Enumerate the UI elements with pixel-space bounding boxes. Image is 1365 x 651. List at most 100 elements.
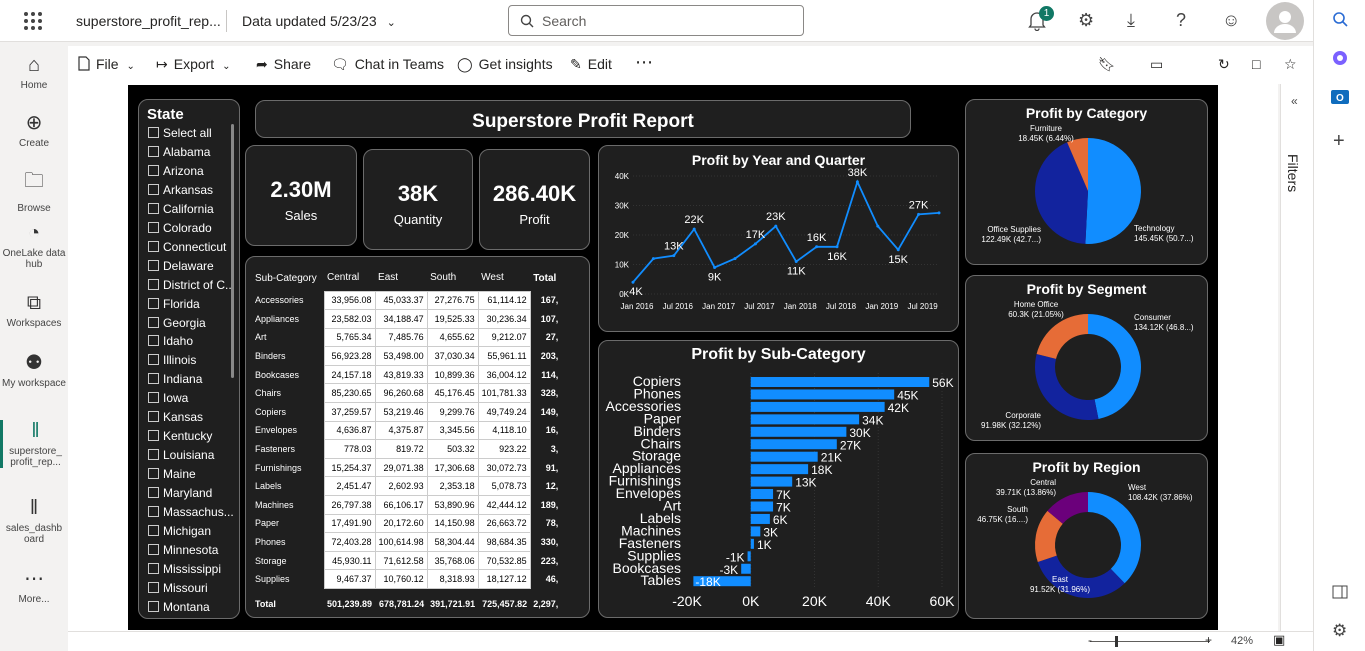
bar[interactable] <box>750 414 860 425</box>
bar[interactable] <box>750 538 754 549</box>
bar[interactable] <box>750 389 895 400</box>
bookmark-icon[interactable]: 🔖︎ <box>1098 56 1116 73</box>
gear-icon[interactable]: ⚙ <box>1332 621 1347 641</box>
checkbox[interactable] <box>148 449 159 461</box>
checkbox[interactable] <box>148 127 159 138</box>
bar[interactable] <box>750 426 847 437</box>
data-point[interactable] <box>855 180 859 184</box>
slicer-item[interactable]: Indiana <box>148 370 202 389</box>
slicer-item[interactable]: Delaware <box>148 257 214 276</box>
checkbox[interactable] <box>148 506 159 517</box>
slicer-item[interactable]: Illinois <box>148 351 196 370</box>
slicer-item[interactable]: Minnesota <box>148 541 218 560</box>
checkbox[interactable] <box>148 373 159 385</box>
checkbox[interactable] <box>148 221 159 233</box>
bar[interactable] <box>750 439 837 450</box>
slicer-item[interactable]: Montana <box>148 598 210 617</box>
more-options-icon[interactable]: ⋯ <box>635 52 653 73</box>
checkbox[interactable] <box>148 543 159 555</box>
checkbox[interactable] <box>148 164 159 176</box>
checkbox[interactable] <box>148 581 159 593</box>
bar[interactable] <box>747 551 751 562</box>
matrix-header[interactable]: Total <box>530 265 561 291</box>
export-menu[interactable]: ↦ Export ⌄ <box>156 56 230 73</box>
data-point[interactable] <box>876 224 880 228</box>
zoom-slider[interactable] <box>1090 641 1210 642</box>
slicer-item[interactable]: Michigan <box>148 522 211 541</box>
slicer-item[interactable]: District of C... <box>148 276 235 295</box>
data-point[interactable] <box>835 245 839 249</box>
data-point[interactable] <box>713 265 717 269</box>
get-insights-button[interactable]: ◯ Get insights <box>457 56 553 73</box>
slicer-item[interactable]: Iowa <box>148 389 188 408</box>
checkbox[interactable] <box>148 562 159 574</box>
data-point[interactable] <box>815 245 819 249</box>
slicer-item[interactable]: Louisiana <box>148 446 214 465</box>
checkbox[interactable] <box>148 335 159 347</box>
copilot-icon[interactable] <box>1331 49 1349 67</box>
checkbox[interactable] <box>148 316 159 328</box>
checkbox[interactable] <box>148 354 159 366</box>
data-point[interactable] <box>774 224 778 228</box>
slicer-item[interactable]: Kentucky <box>148 427 212 446</box>
slicer-scrollbar[interactable] <box>231 124 234 378</box>
search-icon[interactable] <box>1332 11 1348 27</box>
checkbox[interactable] <box>148 468 159 480</box>
slicer-item[interactable]: Arkansas <box>148 181 213 200</box>
checkbox[interactable] <box>148 259 159 271</box>
bar[interactable] <box>750 451 818 462</box>
slicer-item[interactable]: Colorado <box>148 219 212 238</box>
bar[interactable] <box>750 501 774 512</box>
refresh-icon[interactable]: ↻ <box>1218 56 1230 73</box>
help-icon[interactable]: ? <box>1176 10 1186 31</box>
nav-item-superstore-profit-rep[interactable]: ‖ superstore_ profit_rep... <box>0 420 68 468</box>
data-point[interactable] <box>672 254 676 258</box>
search-box[interactable]: Search <box>508 5 804 36</box>
slicer-item[interactable]: Florida <box>148 295 200 314</box>
data-point[interactable] <box>733 257 737 261</box>
nav-item-sales-dashb-oard[interactable]: ‖ sales_dashb oard <box>0 497 68 545</box>
bar[interactable] <box>750 476 793 487</box>
fit-page-icon[interactable]: ▣ <box>1273 632 1285 648</box>
bar[interactable] <box>750 489 774 500</box>
slicer-item[interactable]: Select all <box>148 124 212 143</box>
gear-icon[interactable]: ⚙ <box>1078 10 1094 31</box>
nav-item-more[interactable]: ⋯ More... <box>0 566 68 605</box>
slicer-item[interactable]: Kansas <box>148 408 203 427</box>
filters-pane[interactable]: « Filters <box>1280 84 1313 631</box>
nav-item-create[interactable]: ⊕ Create <box>0 110 68 149</box>
slicer-item[interactable]: Georgia <box>148 314 206 333</box>
data-point[interactable] <box>896 248 900 252</box>
nav-item-my-workspace[interactable]: ⚉ My workspace <box>0 350 68 389</box>
favorite-star-icon[interactable]: ☆ <box>1284 56 1297 73</box>
pie-slice[interactable] <box>1088 492 1141 584</box>
edit-button[interactable]: ✎ Edit <box>570 56 612 73</box>
bar[interactable] <box>750 464 809 475</box>
panel-icon[interactable] <box>1332 585 1348 599</box>
checkbox[interactable] <box>148 430 159 442</box>
add-icon[interactable]: + <box>1333 130 1345 153</box>
checkbox[interactable] <box>148 183 159 195</box>
data-point[interactable] <box>794 260 798 264</box>
feedback-smiley-icon[interactable]: ☺ <box>1222 10 1240 31</box>
nav-item-workspaces[interactable]: ⧉ Workspaces <box>0 292 68 329</box>
pie-slice[interactable] <box>1085 138 1142 244</box>
bar[interactable] <box>750 401 885 412</box>
slicer-item[interactable]: Alabama <box>148 143 210 162</box>
slicer-item[interactable]: Idaho <box>148 332 193 351</box>
matrix-header[interactable]: West <box>478 265 530 291</box>
collapse-chevron-icon[interactable]: « <box>1291 94 1298 108</box>
data-point[interactable] <box>753 242 757 246</box>
checkbox[interactable] <box>148 392 159 404</box>
zoom-out-icon[interactable]: - <box>1088 633 1092 647</box>
zoom-slider-thumb[interactable] <box>1115 636 1118 647</box>
checkbox[interactable] <box>148 600 159 612</box>
download-icon[interactable]: ⤓ <box>1127 10 1135 31</box>
checkbox[interactable] <box>148 240 159 252</box>
slicer-item[interactable]: Connecticut <box>148 238 226 257</box>
view-icon[interactable]: ▭ <box>1150 56 1163 73</box>
comment-icon[interactable]: □ <box>1252 56 1260 72</box>
bar[interactable] <box>750 526 761 537</box>
data-point[interactable] <box>651 257 655 261</box>
matrix-header[interactable]: Central <box>324 265 375 291</box>
